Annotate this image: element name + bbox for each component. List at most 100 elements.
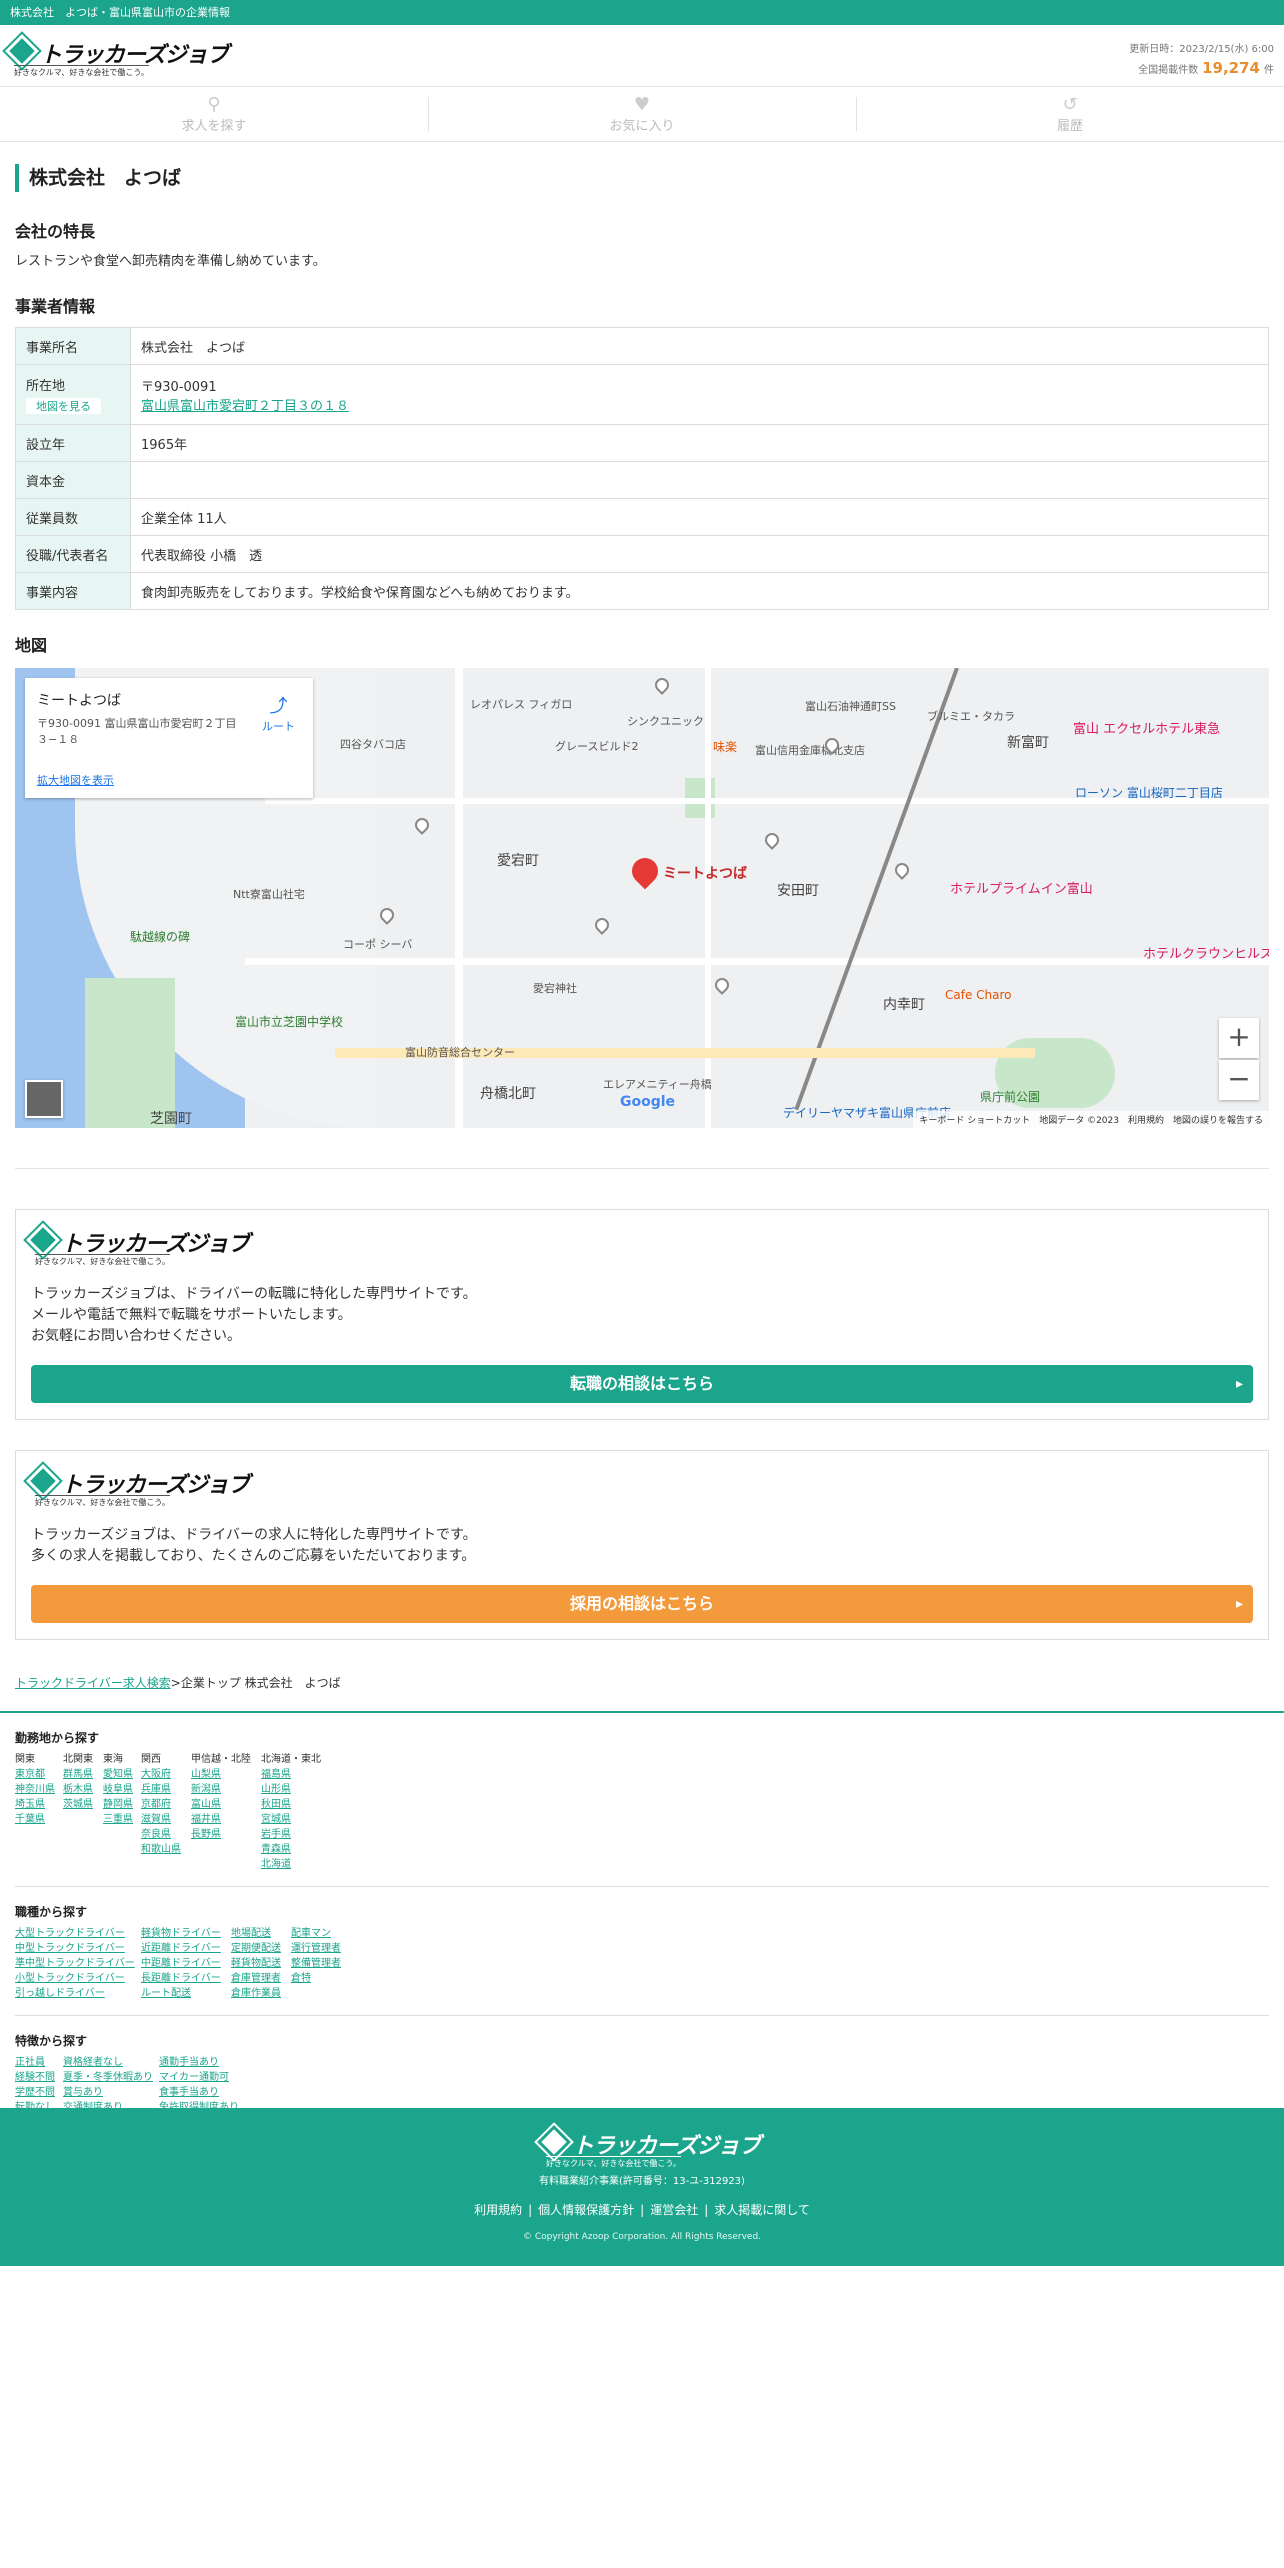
footer-link-privacy[interactable]: 個人情報保護方針 <box>532 2203 640 2217</box>
google-map[interactable]: ミートよつば 〒930-0091 富山県富山市愛宕町２丁目３−１８ ⤴ ルート 拡… <box>15 668 1269 1128</box>
footer-links: 利用規約 | 個人情報保護方針 | 運営会社 | 求人掲載に関して <box>0 2201 1284 2218</box>
zip-code: 〒930-0091 <box>141 379 217 395</box>
nav-history[interactable]: ↺ 履歴 <box>856 87 1284 141</box>
search-link[interactable]: 通勤手当あり <box>159 2055 249 2070</box>
nav-favorites[interactable]: ♥ お気に入り <box>428 87 856 141</box>
search-link[interactable]: 兵庫県 <box>141 1782 191 1797</box>
map-label: レオパレス フィガロ <box>470 698 573 711</box>
search-link[interactable]: 愛知県 <box>103 1767 141 1782</box>
zoom-in-button[interactable]: + <box>1219 1018 1259 1058</box>
search-link[interactable]: 栃木県 <box>63 1782 103 1797</box>
search-link[interactable]: 京都府 <box>141 1797 191 1812</box>
search-link[interactable]: 千葉県 <box>15 1812 63 1827</box>
search-link[interactable]: 長距離ドライバー <box>141 1971 231 1986</box>
map-heading: 地図 <box>15 636 48 655</box>
search-link[interactable]: 大型トラックドライバー <box>15 1926 141 1941</box>
search-link[interactable]: 北海道 <box>261 1857 331 1872</box>
search-link[interactable]: 引っ越しドライバー <box>15 1986 141 2001</box>
footer-link-company[interactable]: 運営会社 <box>644 2203 704 2217</box>
search-link[interactable]: 運行管理者 <box>291 1941 351 1956</box>
search-link[interactable]: 地場配送 <box>231 1926 291 1941</box>
features-heading: 会社の特長 <box>15 222 96 241</box>
search-link[interactable]: 富山県 <box>191 1797 261 1812</box>
breadcrumb-home-link[interactable]: トラックドライバー求人検索 <box>15 1676 171 1690</box>
search-link[interactable]: 新潟県 <box>191 1782 261 1797</box>
search-link[interactable]: 資格経者なし <box>63 2055 159 2070</box>
search-link[interactable]: 中距離ドライバー <box>141 1956 231 1971</box>
footer-link-posting[interactable]: 求人掲載に関して <box>708 2203 816 2217</box>
promo-box-recruit: トラッカーズジョブ 好きなクルマ、好きな会社で働こう。 トラッカーズジョブは、ド… <box>15 1450 1269 1640</box>
search-link[interactable]: 神奈川県 <box>15 1782 63 1797</box>
map-card-address: 〒930-0091 富山県富山市愛宕町２丁目３−１８ <box>37 717 237 746</box>
search-link[interactable]: 静岡県 <box>103 1797 141 1812</box>
location-pin-icon[interactable] <box>626 852 664 890</box>
heart-icon: ♥ <box>633 94 651 115</box>
map-marker-icon[interactable] <box>412 815 432 835</box>
search-link[interactable]: 準中型トラックドライバー <box>15 1956 141 1971</box>
map-label: 富山信用金庫橋北支店 <box>755 744 865 757</box>
search-link[interactable]: 茨城県 <box>63 1797 103 1812</box>
map-marker-icon[interactable] <box>592 915 612 935</box>
search-link[interactable]: 三重県 <box>103 1812 141 1827</box>
search-link[interactable]: ルート配送 <box>141 1986 231 2001</box>
recruit-consult-button[interactable]: 採用の相談はこちら <box>31 1585 1253 1623</box>
search-link[interactable]: 岐阜県 <box>103 1782 141 1797</box>
map-marker-icon[interactable] <box>377 905 397 925</box>
search-link[interactable]: 滋賀県 <box>141 1812 191 1827</box>
search-link[interactable]: 中型トラックドライバー <box>15 1941 141 1956</box>
search-link[interactable]: 奈良県 <box>141 1827 191 1842</box>
search-link[interactable]: 経験不問 <box>15 2070 63 2085</box>
footer-link-terms[interactable]: 利用規約 <box>468 2203 528 2217</box>
search-link[interactable]: 宮城県 <box>261 1812 331 1827</box>
search-link[interactable]: 青森県 <box>261 1842 331 1857</box>
route-button[interactable]: ⤴ ルート <box>262 692 295 734</box>
search-link[interactable]: マイカー通勤可 <box>159 2070 249 2085</box>
search-link[interactable]: 和歌山県 <box>141 1842 191 1857</box>
search-link[interactable]: 配車マン <box>291 1926 351 1941</box>
address-link[interactable]: 富山県富山市愛宕町２丁目３の１８ <box>141 399 349 414</box>
features-text: レストランや食堂へ卸売精肉を準備し納めています。 <box>15 254 326 269</box>
search-link[interactable]: 大阪府 <box>141 1767 191 1782</box>
search-link[interactable]: 軽貨物ドライバー <box>141 1926 231 1941</box>
search-link[interactable]: 夏季・冬季休暇あり <box>63 2070 159 2085</box>
search-link[interactable]: 福島県 <box>261 1767 331 1782</box>
view-map-button[interactable]: 地図を見る <box>26 398 101 414</box>
search-link[interactable]: 東京都 <box>15 1767 63 1782</box>
transfer-consult-button[interactable]: 転職の相談はこちら <box>31 1365 1253 1403</box>
search-link[interactable]: 山梨県 <box>191 1767 261 1782</box>
search-link[interactable]: 福井県 <box>191 1812 261 1827</box>
search-link[interactable]: 小型トラックドライバー <box>15 1971 141 1986</box>
search-link[interactable]: 倉庫作業員 <box>231 1986 291 2001</box>
search-link[interactable]: 山形県 <box>261 1782 331 1797</box>
search-link[interactable]: 倉庫管理者 <box>231 1971 291 1986</box>
search-link[interactable]: 正社員 <box>15 2055 63 2070</box>
map-marker-icon[interactable] <box>762 830 782 850</box>
search-link[interactable]: 定期便配送 <box>231 1941 291 1956</box>
map-layer-toggle[interactable] <box>25 1080 63 1118</box>
larger-map-link[interactable]: 拡大地図を表示 <box>37 772 114 788</box>
nav-search-jobs[interactable]: ⚲ 求人を探す <box>0 87 428 141</box>
search-link[interactable]: 倉特 <box>291 1971 351 1986</box>
search-link[interactable]: 長野県 <box>191 1827 261 1842</box>
search-link[interactable]: 軽貨物配送 <box>231 1956 291 1971</box>
search-link[interactable]: 近距離ドライバー <box>141 1941 231 1956</box>
search-link[interactable]: 群馬県 <box>63 1767 103 1782</box>
search-link[interactable]: 秋田県 <box>261 1797 331 1812</box>
search-link[interactable]: 賞与あり <box>63 2085 159 2100</box>
search-column: 通勤手当ありマイカー通勤可食事手当あり免許取得制度あり <box>159 2055 249 2115</box>
search-link[interactable]: 学歴不問 <box>15 2085 63 2100</box>
map-marker-icon[interactable] <box>652 675 672 695</box>
zoom-out-button[interactable]: − <box>1219 1060 1259 1100</box>
search-link[interactable]: 整備管理者 <box>291 1956 351 1971</box>
search-link[interactable]: 埼玉県 <box>15 1797 63 1812</box>
footer-logo[interactable]: トラッカーズジョブ 好きなクルマ、好きな会社で働こう。 <box>537 2125 761 2168</box>
search-link[interactable]: 岩手県 <box>261 1827 331 1842</box>
table-row: 所在地 地図を見る 〒930-0091 富山県富山市愛宕町２丁目３の１８ <box>15 364 1269 425</box>
search-link[interactable]: 食事手当あり <box>159 2085 249 2100</box>
map-label: 県庁前公園 <box>980 1090 1041 1104</box>
map-marker-icon[interactable] <box>712 975 732 995</box>
site-logo[interactable]: トラッカーズジョブ 好きなクルマ、好きな会社で働こう。 <box>5 34 229 77</box>
map-marker-icon[interactable] <box>892 860 912 880</box>
info-heading: 事業者情報 <box>15 297 96 316</box>
map-attribution[interactable]: キーボード ショートカット 地図データ ©2023 利用規約 地図の誤りを報告す… <box>913 1111 1269 1128</box>
